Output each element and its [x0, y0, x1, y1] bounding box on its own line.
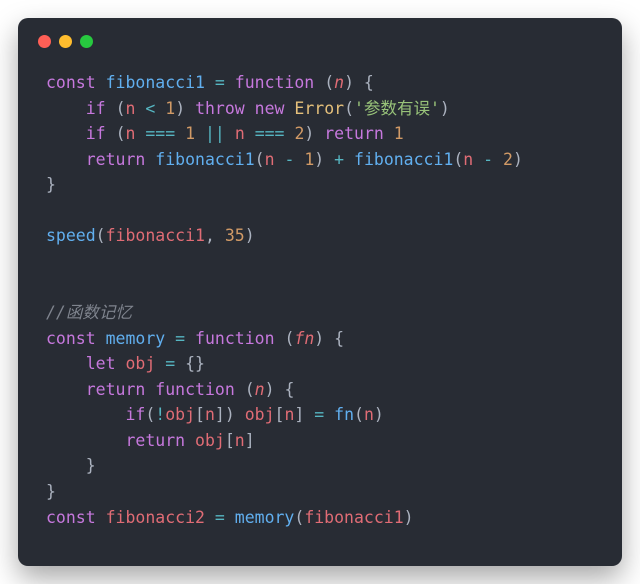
code-area: const fibonacci1 = function (n) { if (n …	[18, 64, 622, 550]
code-line	[46, 249, 594, 275]
code-line: const memory = function (fn) {	[46, 326, 594, 352]
code-line: if (n < 1) throw new Error('参数有误')	[46, 96, 594, 122]
code-line: }	[46, 453, 594, 479]
code-line: //函数记忆	[46, 300, 594, 326]
code-line: if (n === 1 || n === 2) return 1	[46, 121, 594, 147]
code-line: const fibonacci2 = memory(fibonacci1)	[46, 505, 594, 531]
close-icon[interactable]	[38, 35, 51, 48]
code-line: return obj[n]	[46, 428, 594, 454]
code-window: const fibonacci1 = function (n) { if (n …	[18, 18, 622, 566]
code-line: if(!obj[n]) obj[n] = fn(n)	[46, 402, 594, 428]
code-line: }	[46, 172, 594, 198]
code-line	[46, 275, 594, 301]
code-line: return function (n) {	[46, 377, 594, 403]
code-line	[46, 198, 594, 224]
code-line: }	[46, 479, 594, 505]
minimize-icon[interactable]	[59, 35, 72, 48]
code-line: const fibonacci1 = function (n) {	[46, 70, 594, 96]
code-line: speed(fibonacci1, 35)	[46, 223, 594, 249]
zoom-icon[interactable]	[80, 35, 93, 48]
code-line: let obj = {}	[46, 351, 594, 377]
titlebar	[18, 18, 622, 64]
code-line: return fibonacci1(n - 1) + fibonacci1(n …	[46, 147, 594, 173]
